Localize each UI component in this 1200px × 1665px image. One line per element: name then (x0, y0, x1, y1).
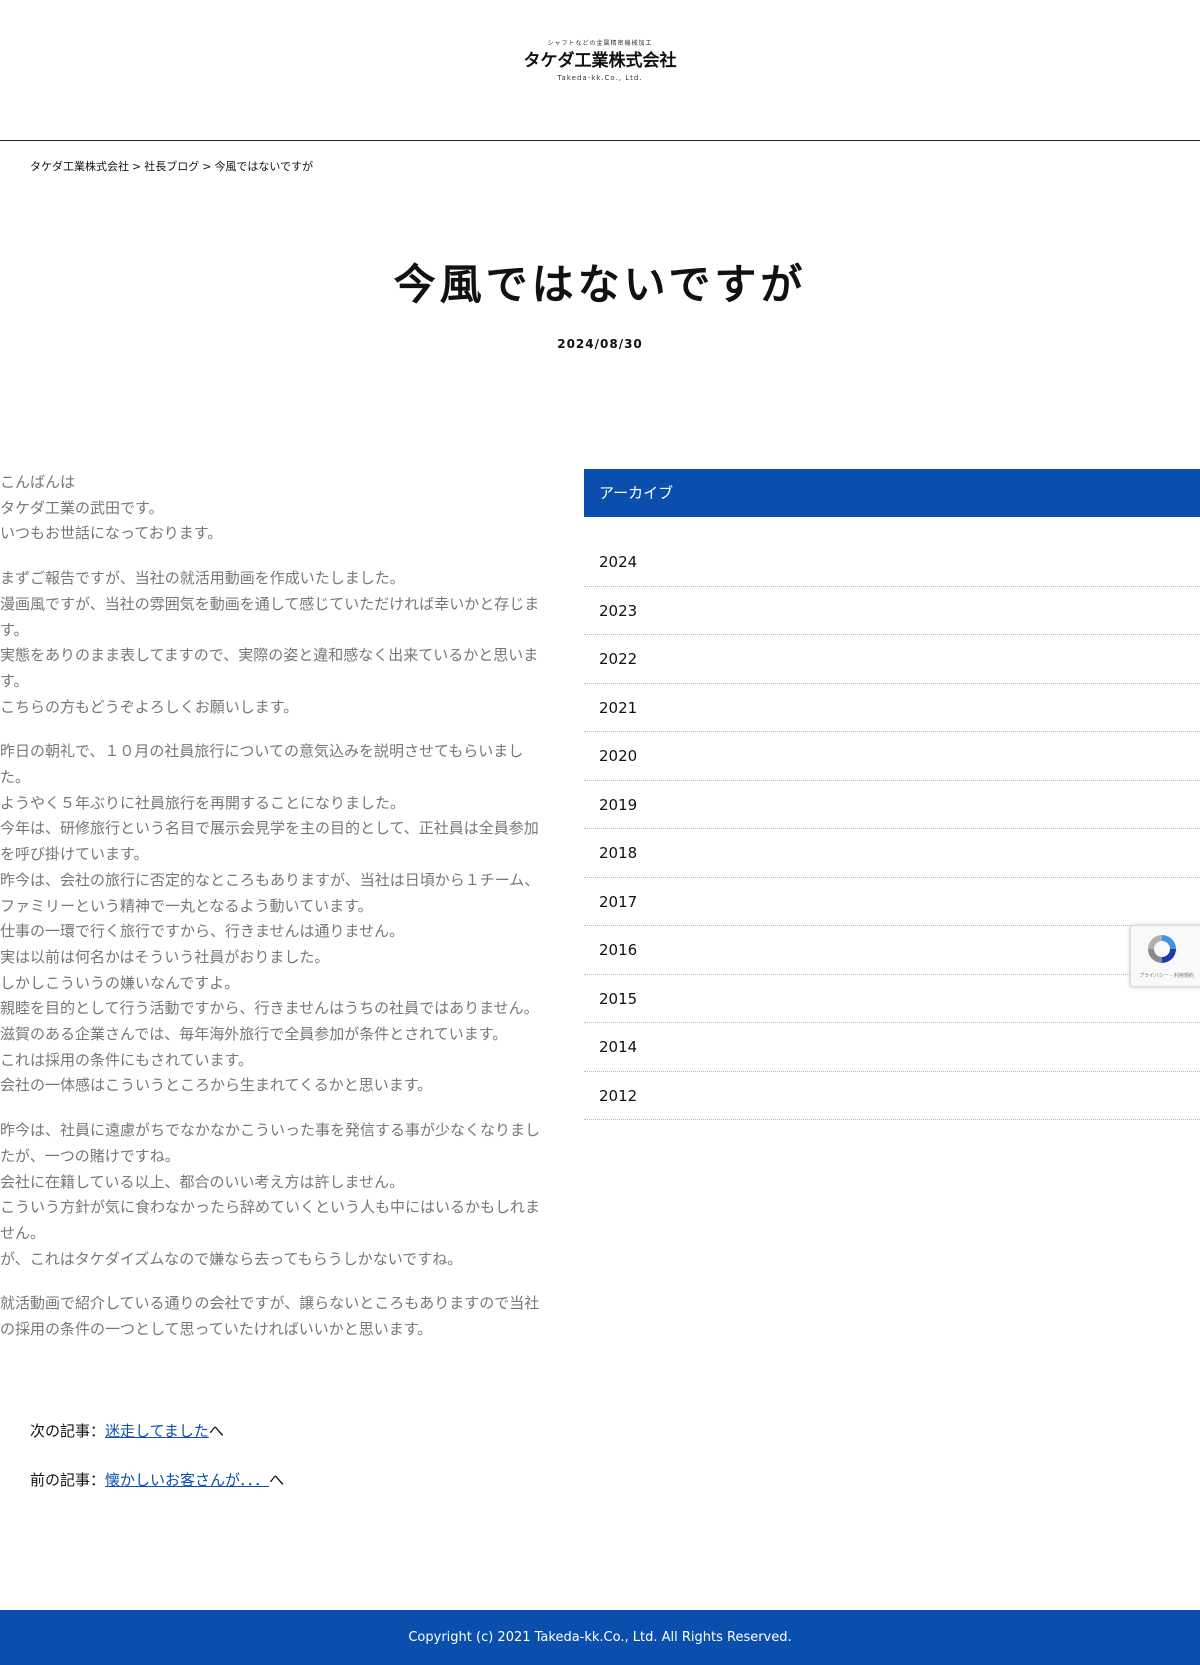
article-line: 昨日の朝礼で、１０月の社員旅行についての意気込みを説明させてもらいまし (0, 742, 524, 761)
article-paragraph: こんばんはタケダ工業の武田です。いつもお世話になっております。 (0, 470, 578, 547)
sidebar-archive: アーカイブ 2024 2023 2022 2021 2020 2019 2018 2017 20… (584, 469, 1200, 1120)
article-line: しかしこういうの嫌いなんですよ。 (0, 973, 240, 992)
breadcrumb-separator: > (202, 160, 212, 173)
archive-year-2017[interactable]: 2017 (584, 878, 1200, 926)
article-line: せん。 (0, 1223, 46, 1242)
breadcrumb-blog[interactable]: 社長ブログ (144, 160, 199, 173)
site-footer: Copyright (c) 2021 Takeda-kk.Co., Ltd. A… (0, 1610, 1200, 1665)
article-line: こちらの方もどうぞよろしくお願いします。 (0, 697, 299, 716)
article-line: 今年は、研修旅行という名目で展示会見学を主の目的として、正社員は全員参加 (0, 819, 539, 838)
article-line: タケダ工業の武田です。 (0, 498, 164, 517)
archive-year-2024[interactable]: 2024 (584, 538, 1200, 587)
recaptcha-badge[interactable]: プライバシー - 利用規約 (1130, 925, 1200, 987)
article-line: 就活動画で紹介している通りの会社ですが、譲らないところもありますので当社 (0, 1294, 540, 1313)
article-line: 親睦を目的として行う活動ですから、行きませんはうちの社員ではありません。 (0, 999, 539, 1018)
logo-english-name: Takeda-kk.Co., Ltd. (557, 74, 643, 82)
article-line: の採用の条件の一つとして思っていたければいいかと思います。 (0, 1320, 433, 1339)
article-line: 仕事の一環で行く旅行ですから、行きませんは通りません。 (0, 922, 405, 941)
site-logo[interactable]: シャフトなどの金属精密機械加工 タケダ工業株式会社 Takeda-kk.Co.,… (0, 40, 1200, 83)
archive-year-2021[interactable]: 2021 (584, 684, 1200, 732)
article-line: す。 (0, 671, 29, 690)
article-line: 昨今は、社員に遠慮がちでなかなかこういった事を発信する事が少なくなりまし (0, 1121, 541, 1140)
prev-post-nav: 前の記事：懐かしいお客さんが．．．へ (30, 1470, 284, 1490)
recaptcha-icon (1148, 935, 1176, 963)
logo-tagline: シャフトなどの金属精密機械加工 (547, 40, 653, 47)
breadcrumb-home[interactable]: タケダ工業株式会社 (30, 160, 129, 173)
article-paragraph: 昨日の朝礼で、１０月の社員旅行についての意気込みを説明させてもらいまし た。ようや… (0, 739, 578, 1099)
article-line: を呼び掛けています。 (0, 845, 149, 864)
breadcrumb-separator: > (132, 160, 142, 173)
archive-list: 2024 2023 2022 2021 2020 2019 2018 2017 2016 2015… (584, 538, 1200, 1120)
article-line: 昨今は、会社の旅行に否定的なところもありますが、当社は日頃から１チーム、 (0, 870, 540, 889)
article-line: こんばんは (0, 473, 76, 491)
breadcrumb-current: 今風ではないですが (214, 160, 314, 173)
archive-year-2018[interactable]: 2018 (584, 829, 1200, 878)
article-paragraph: 昨今は、社員に遠慮がちでなかなかこういった事を発信する事が少なくなりまし たが、一… (0, 1118, 578, 1272)
next-post-prefix: 次の記事： (30, 1422, 106, 1440)
archive-year-2012[interactable]: 2012 (584, 1072, 1200, 1120)
page-title: 今風ではないですが (393, 260, 807, 309)
archive-year-2020[interactable]: 2020 (584, 732, 1200, 781)
article-line: ファミリーという精神で一丸となるよう動いています。 (0, 896, 373, 915)
article-paragraph: まずご報告ですが、当社の就活用動画を作成いたしました。漫画風ですが、当社の雰囲気… (0, 566, 578, 720)
article-body: こんばんはタケダ工業の武田です。いつもお世話になっております。まずご報告ですが、… (0, 470, 578, 1362)
prev-post-link[interactable]: 懐かしいお客さんが．．． (105, 1471, 269, 1489)
next-post-suffix: へ (208, 1422, 224, 1440)
breadcrumb: タケダ工業株式会社 > 社長ブログ > 今風ではないですが (30, 160, 313, 174)
logo-company-name: タケダ工業株式会社 (523, 51, 677, 71)
archive-year-2019[interactable]: 2019 (584, 781, 1200, 829)
prev-post-suffix: へ (269, 1471, 285, 1489)
archive-heading: アーカイブ (584, 469, 1200, 517)
article-line: た。 (0, 768, 31, 787)
archive-year-2022[interactable]: 2022 (584, 635, 1200, 684)
footer-copyright: Copyright (c) 2021 Takeda-kk.Co., Ltd. A… (408, 1630, 792, 1645)
next-post-link[interactable]: 迷走してました (105, 1422, 209, 1440)
article-line: こういう方針が気に食わなかったら辞めていくという人も中にはいるかもしれま (0, 1198, 541, 1217)
article-line: 会社の一体感はこういうところから生まれてくるかと思います。 (0, 1076, 433, 1095)
article-line: たが、一つの賭けですね。 (0, 1146, 180, 1165)
prev-post-prefix: 前の記事： (30, 1471, 106, 1489)
article-line: 実は以前は何名かはそういう社員がおりました。 (0, 947, 330, 966)
article-line: これは採用の条件にもされています。 (0, 1050, 254, 1069)
recaptcha-terms[interactable]: プライバシー - 利用規約 (1139, 972, 1194, 979)
article-line: 会社に在籍している以上、都合のいい考え方は許しません。 (0, 1172, 405, 1191)
article-line: す。 (0, 620, 29, 639)
article-line: ようやく５年ぶりに社員旅行を再開することになりました。 (0, 793, 406, 812)
archive-year-2016[interactable]: 2016 (584, 926, 1200, 975)
archive-year-2015[interactable]: 2015 (584, 975, 1200, 1023)
site-header: シャフトなどの金属精密機械加工 タケダ工業株式会社 Takeda-kk.Co.,… (0, 0, 1200, 141)
article-paragraph: 就活動画で紹介している通りの会社ですが、譲らないところもありますので当社 の採用の… (0, 1291, 578, 1342)
article-line: 実態をありのまま表してますので、実際の姿と違和感なく出来ているかと思いま (0, 646, 539, 665)
article-line: が、これはタケダイズムなので嫌なら去ってもらうしかないですね。 (0, 1249, 463, 1268)
article-line: まずご報告ですが、当社の就活用動画を作成いたしました。 (0, 569, 405, 588)
archive-year-2023[interactable]: 2023 (584, 587, 1200, 635)
article-line: いつもお世話になっております。 (0, 524, 223, 543)
archive-year-2014[interactable]: 2014 (584, 1023, 1200, 1072)
article-line: 漫画風ですが、当社の雰囲気を動画を通して感じていただければ幸いかと存じま (0, 594, 540, 613)
next-post-nav: 次の記事：迷走してましたへ (30, 1421, 224, 1441)
article-line: 滋賀のある企業さんでは、毎年海外旅行で全員参加が条件とされています。 (0, 1025, 508, 1044)
post-date: 2024/08/30 (557, 337, 643, 351)
